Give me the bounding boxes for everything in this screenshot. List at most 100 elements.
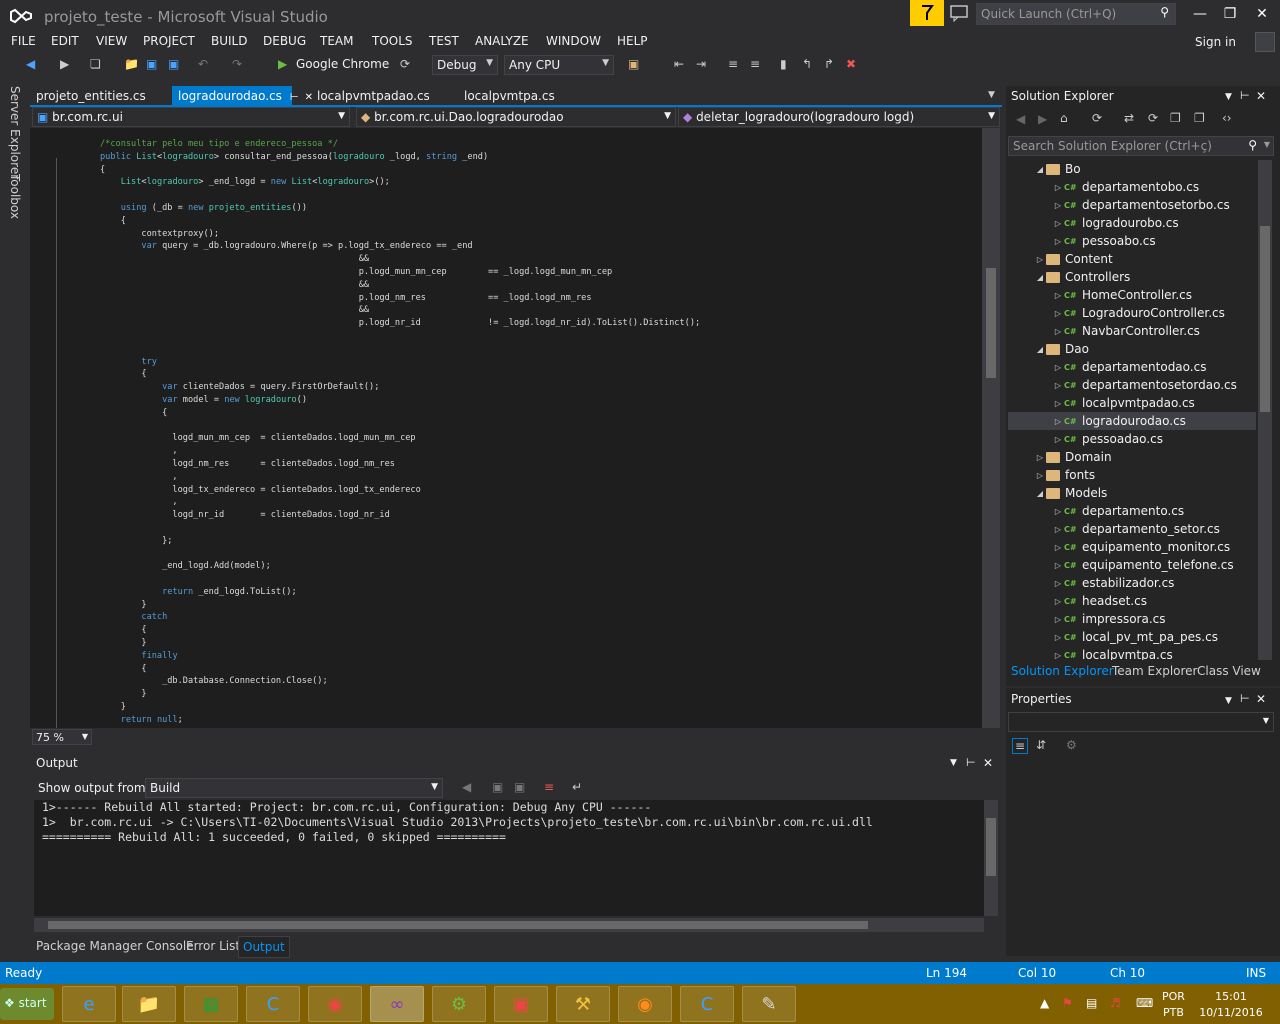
collapsed-arrow-icon[interactable]: ▷	[1052, 183, 1064, 192]
show-all-files-icon[interactable]: ❐	[1194, 111, 1205, 125]
maximize-button[interactable]: ❐	[1216, 2, 1244, 26]
store-icon[interactable]: ▦	[184, 986, 238, 1022]
panel-close-icon[interactable]: ✕	[1256, 692, 1266, 706]
collapsed-arrow-icon[interactable]: ▷	[1052, 399, 1064, 408]
toolbox-app-icon[interactable]: ▣	[494, 986, 548, 1022]
find-in-files-icon[interactable]: ▣	[628, 57, 644, 73]
collapsed-arrow-icon[interactable]: ▷	[1052, 615, 1064, 624]
tree-file[interactable]: ▷ C# local_pv_mt_pa_pes.cs	[1008, 628, 1256, 646]
clear-all-icon[interactable]: ≡	[544, 780, 554, 794]
open-file-icon[interactable]: 📁	[124, 57, 140, 73]
collapsed-arrow-icon[interactable]: ▷	[1052, 633, 1064, 642]
code-editor[interactable]: /*consultar pelo meu tipo e endereco_pes…	[30, 128, 1000, 728]
forward-icon[interactable]: ▶	[60, 57, 76, 73]
collapsed-arrow-icon[interactable]: ▷	[1052, 291, 1064, 300]
collapsed-arrow-icon[interactable]: ▷	[1052, 579, 1064, 588]
panel-pin-icon[interactable]: ⊢	[1240, 89, 1250, 102]
close-button[interactable]: ✕	[1248, 2, 1276, 26]
back-icon[interactable]: ◀	[26, 57, 42, 73]
new-project-icon[interactable]: ❏	[90, 57, 106, 73]
outdent-icon[interactable]: ⇥	[696, 57, 712, 73]
collapsed-arrow-icon[interactable]: ▷	[1052, 363, 1064, 372]
menu-help[interactable]: HELP	[617, 34, 648, 48]
member-navigation-select[interactable]: ◆ deletar_logradouro(logradouro logd) ▼	[678, 107, 1000, 127]
home-icon[interactable]: ⌂	[1060, 111, 1068, 125]
tab-logradourodao[interactable]: logradourodao.cs ⊢ ✕	[172, 86, 313, 106]
collapse-all-icon[interactable]: ❐	[1170, 111, 1181, 125]
solution-scroll-thumb[interactable]	[1260, 226, 1270, 412]
back-icon[interactable]: ◀	[1016, 112, 1025, 126]
zoom-select[interactable]: 75 % ▼	[32, 729, 92, 745]
notifications-button[interactable]	[910, 0, 944, 26]
word-wrap-icon[interactable]: ↵	[572, 780, 582, 794]
tools-icon[interactable]: ⚒	[556, 986, 610, 1022]
tree-file[interactable]: ▷ C# equipamento_telefone.cs	[1008, 556, 1256, 574]
collapsed-arrow-icon[interactable]: ▷	[1052, 507, 1064, 516]
feedback-icon[interactable]	[948, 4, 970, 22]
menu-edit[interactable]: EDIT	[51, 34, 79, 48]
refresh-icon[interactable]: ⟳	[1148, 111, 1158, 125]
tree-file[interactable]: ▷ C# localpvmtpa.cs	[1008, 646, 1256, 660]
menu-build[interactable]: BUILD	[211, 34, 247, 48]
tree-file[interactable]: ▷ C# headset.cs	[1008, 592, 1256, 610]
collapsed-arrow-icon[interactable]: ▷	[1052, 417, 1064, 426]
collapsed-arrow-icon[interactable]: ▷	[1052, 561, 1064, 570]
tab-overflow-icon[interactable]: ▼	[988, 90, 995, 100]
history-icon[interactable]: ⟳	[1092, 111, 1102, 125]
tree-folder[interactable]: ▷ Content	[1008, 250, 1256, 268]
expanded-arrow-icon[interactable]: ◢	[1034, 273, 1046, 282]
find-message-icon[interactable]: ◀	[462, 780, 471, 794]
menu-test[interactable]: TEST	[429, 34, 459, 48]
refresh-icon[interactable]: ⟳	[400, 57, 416, 73]
action-center-icon[interactable]: ⚑	[1062, 996, 1073, 1010]
output-scroll-thumb[interactable]	[986, 818, 996, 876]
collapsed-arrow-icon[interactable]: ▷	[1052, 201, 1064, 210]
tree-file[interactable]: ▷ C# pessoadao.cs	[1008, 430, 1256, 448]
tree-file[interactable]: ▷ C# departamento_setor.cs	[1008, 520, 1256, 538]
menu-analyze[interactable]: ANALYZE	[475, 34, 529, 48]
comment-icon[interactable]: ≡	[728, 57, 744, 73]
alphabetical-icon[interactable]: ⇵	[1036, 738, 1046, 752]
minimize-button[interactable]: —	[1186, 2, 1214, 26]
tree-file[interactable]: ▷ C# impressora.cs	[1008, 610, 1256, 628]
menu-view[interactable]: VIEW	[96, 34, 127, 48]
tree-folder[interactable]: ◢ Bo	[1008, 160, 1256, 178]
collapsed-arrow-icon[interactable]: ▷	[1034, 471, 1046, 480]
tree-file[interactable]: ▷ C# departamento.cs	[1008, 502, 1256, 520]
expanded-arrow-icon[interactable]: ◢	[1034, 165, 1046, 174]
run-target-button[interactable]: Google Chrome	[296, 57, 389, 71]
menu-project[interactable]: PROJECT	[143, 34, 195, 48]
tab-output[interactable]: Output	[238, 936, 290, 958]
tab-toolbox[interactable]: Toolbox	[8, 174, 22, 219]
view-code-icon[interactable]: ‹›	[1222, 111, 1232, 125]
editor-vertical-scrollbar[interactable]	[982, 128, 1000, 728]
collapsed-arrow-icon[interactable]: ▷	[1052, 597, 1064, 606]
tab-server-explorer[interactable]: Server Explorer	[8, 86, 22, 179]
keyboard-icon[interactable]: ⌨	[1136, 996, 1153, 1010]
tab-projeto-entities[interactable]: projeto_entities.cs	[30, 86, 152, 106]
sync-icon[interactable]: ⇄	[1124, 111, 1134, 125]
paint-icon[interactable]: ✎	[742, 986, 796, 1022]
tree-file[interactable]: ▷ C# localpvmtpadao.cs	[1008, 394, 1256, 412]
panel-close-icon[interactable]: ✕	[1256, 89, 1266, 103]
network-tray-icon[interactable]: ▤	[1086, 996, 1097, 1010]
prev-message-icon[interactable]: ▣	[492, 780, 503, 794]
panel-menu-icon[interactable]: ▼	[1225, 696, 1232, 706]
code-content[interactable]: /*consultar pelo meu tipo e endereco_pes…	[100, 138, 700, 728]
tree-file[interactable]: ▷ C# logradourobo.cs	[1008, 214, 1256, 232]
tree-folder[interactable]: ◢ Controllers	[1008, 268, 1256, 286]
tree-folder[interactable]: ◢ Dao	[1008, 340, 1256, 358]
output-pin-icon[interactable]: ⊢	[966, 756, 976, 769]
quick-launch-input[interactable]: Quick Launch (Ctrl+Q) ⚲	[976, 3, 1176, 25]
clock[interactable]: 15:01 10/11/2016	[1196, 989, 1266, 1021]
internet-explorer-icon[interactable]: e	[62, 986, 116, 1022]
cortana-c-icon[interactable]: C	[680, 986, 734, 1022]
platform-select[interactable]: Any CPU ▼	[504, 55, 614, 75]
collapsed-arrow-icon[interactable]: ▷	[1052, 219, 1064, 228]
collapsed-arrow-icon[interactable]: ▷	[1052, 435, 1064, 444]
output-close-icon[interactable]: ✕	[983, 756, 993, 770]
tab-localpvmtpa[interactable]: localpvmtpa.cs	[458, 86, 561, 106]
menu-window[interactable]: WINDOW	[546, 34, 601, 48]
expanded-arrow-icon[interactable]: ◢	[1034, 345, 1046, 354]
tree-file[interactable]: ▷ C# LogradouroController.cs	[1008, 304, 1256, 322]
